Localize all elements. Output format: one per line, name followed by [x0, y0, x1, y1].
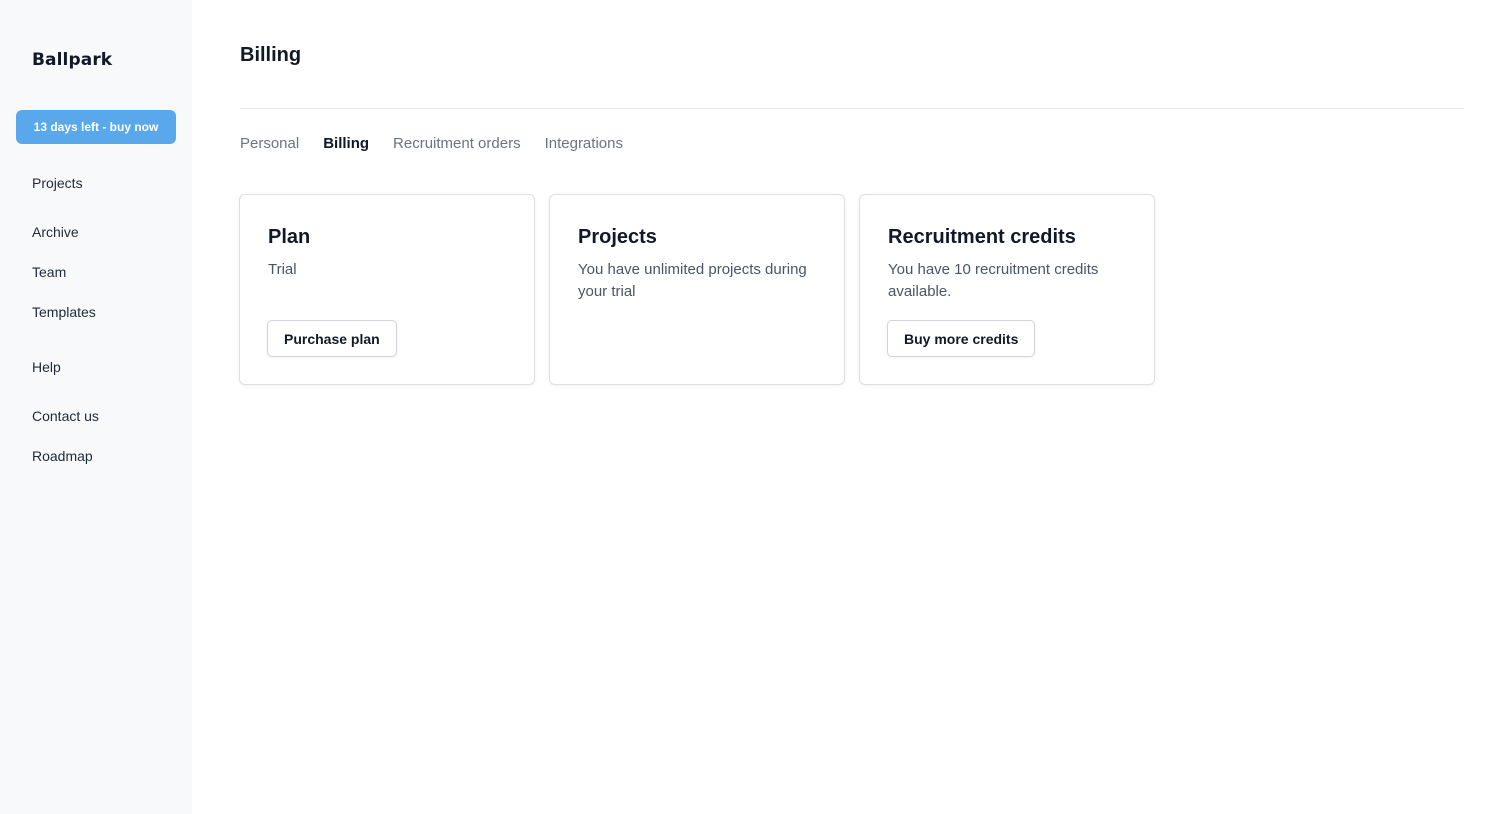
sidebar-item-help[interactable]: Help [32, 356, 99, 378]
plan-card-text: Trial [268, 261, 297, 278]
tab-personal[interactable]: Personal [240, 133, 299, 155]
buy-more-credits-button[interactable]: Buy more credits [887, 320, 1036, 357]
projects-card-title: Projects [578, 226, 657, 248]
tab-recruitment-orders[interactable]: Recruitment orders [393, 133, 521, 155]
purchase-plan-button[interactable]: Purchase plan [267, 320, 397, 357]
sidebar-item-projects[interactable]: Projects [32, 172, 96, 194]
sidebar-item-templates[interactable]: Templates [32, 292, 96, 332]
header-divider [240, 108, 1464, 109]
projects-card-text: You have unlimited projects during your … [578, 261, 807, 300]
recruitment-credits-card-text: You have 10 recruitment credits availabl… [888, 261, 1099, 300]
recruitment-credits-card-title: Recruitment credits [888, 226, 1076, 248]
sidebar-primary-nav: Projects Archive Team Templates [32, 172, 96, 332]
tab-billing[interactable]: Billing [323, 133, 369, 155]
plan-card: Plan Trial Purchase plan [239, 194, 535, 385]
billing-cards: Plan Trial Purchase plan Projects You ha… [239, 194, 1155, 385]
recruitment-credits-card: Recruitment credits You have 10 recruitm… [859, 194, 1155, 385]
plan-card-title: Plan [268, 226, 311, 248]
page-title: Billing [240, 44, 302, 66]
app-logo[interactable]: Ballpark [32, 50, 112, 70]
app-root: Ballpark 13 days left - buy now Projects… [0, 0, 1512, 814]
projects-card: Projects You have unlimited projects dur… [549, 194, 845, 385]
trial-buy-now-button[interactable]: 13 days left - buy now [16, 110, 176, 144]
sidebar-item-contact-us[interactable]: Contact us [32, 396, 99, 436]
sidebar-item-roadmap[interactable]: Roadmap [32, 436, 99, 476]
settings-tabs: Personal Billing Recruitment orders Inte… [240, 133, 623, 155]
sidebar-item-archive[interactable]: Archive [32, 212, 96, 252]
sidebar-secondary-nav: Help Contact us Roadmap [32, 356, 99, 476]
sidebar: Ballpark 13 days left - buy now Projects… [0, 0, 192, 814]
tab-integrations[interactable]: Integrations [545, 133, 623, 155]
sidebar-item-team[interactable]: Team [32, 252, 96, 292]
main-content: Billing Personal Billing Recruitment ord… [192, 0, 1512, 814]
